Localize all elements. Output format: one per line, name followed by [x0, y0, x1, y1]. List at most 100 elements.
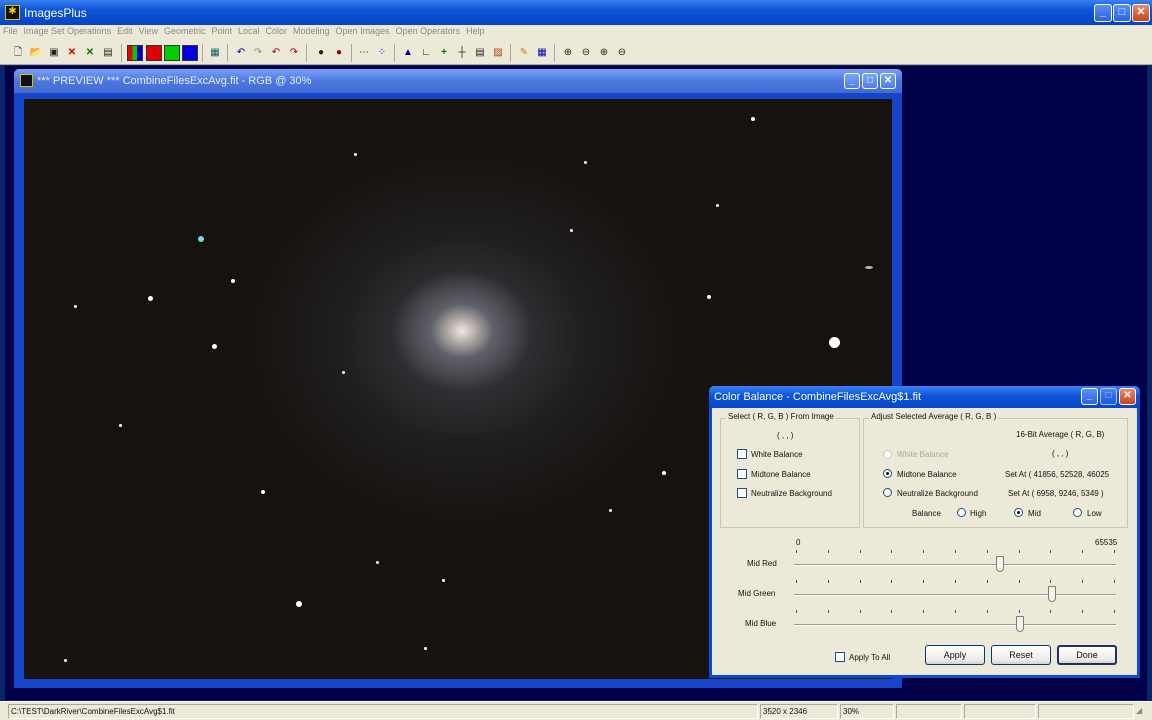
star — [119, 424, 122, 427]
sixteen-bit-average-label: 16-Bit Average ( R, G, B) — [1016, 430, 1105, 439]
undo-all-icon[interactable]: ↶ — [268, 45, 284, 61]
rgb-channels-icon[interactable] — [127, 45, 143, 61]
status-image-dimensions: 3520 x 2346 — [760, 704, 838, 719]
slider-tick — [1082, 580, 1084, 583]
close-icon[interactable]: ✕ — [1132, 4, 1150, 22]
histogram-icon[interactable]: ▲ — [400, 45, 416, 61]
scatter-icon[interactable]: ⁘ — [374, 45, 390, 61]
slider-tick — [859, 610, 861, 613]
balance-high-radio[interactable] — [957, 508, 966, 517]
resize-grip-icon[interactable]: ◢ — [1136, 706, 1142, 715]
zoom-fit-icon[interactable]: ⊕ — [596, 45, 612, 61]
apply-to-all-checkbox[interactable] — [835, 652, 845, 662]
redo-all-icon[interactable]: ↷ — [286, 45, 302, 61]
done-button[interactable]: Done — [1057, 645, 1117, 665]
slider-tick — [1018, 550, 1020, 553]
app-title: ImagesPlus — [24, 6, 87, 20]
reset-button[interactable]: Reset — [991, 645, 1051, 665]
toolbar-separator — [202, 44, 203, 62]
slider-tick — [1114, 580, 1115, 583]
red-channel-icon[interactable] — [146, 45, 162, 61]
save-icon[interactable]: ▣ — [46, 45, 62, 61]
app-title-bar[interactable]: ✱ ImagesPlus _ □ ✕ — [0, 0, 1152, 25]
mid-blue-slider[interactable] — [1016, 616, 1025, 632]
slider-tick — [923, 580, 925, 583]
table-icon[interactable]: ▦ — [534, 45, 550, 61]
status-cell — [1038, 704, 1134, 719]
menu-view[interactable]: View — [136, 25, 161, 36]
preview-close-icon[interactable]: ✕ — [880, 73, 896, 89]
mid-green-slider[interactable] — [1048, 586, 1057, 602]
redo-icon[interactable]: ↷ — [250, 45, 266, 61]
preview-window-icon — [20, 74, 33, 87]
close-red-icon[interactable]: ✕ — [64, 45, 80, 61]
midtone-balance-radio-label: Midtone Balance — [897, 470, 957, 479]
toolbar-separator — [510, 44, 511, 62]
grid-icon[interactable]: ▦ — [207, 45, 223, 61]
dialog-close-icon[interactable]: ✕ — [1119, 388, 1136, 405]
select-from-image-group: Select ( R, G, B ) From Image ( , , ) Wh… — [720, 412, 860, 528]
white-balance-checkbox[interactable] — [737, 449, 747, 459]
balance-high-label: High — [970, 509, 987, 518]
crosshair-icon[interactable]: + — [436, 45, 452, 61]
star — [354, 153, 357, 156]
slider-tick — [1114, 550, 1115, 553]
menu-edit[interactable]: Edit — [114, 25, 136, 36]
balance-low-radio[interactable] — [1073, 508, 1082, 517]
adjust-group-label: Adjust Selected Average ( R, G, B ) — [869, 412, 999, 421]
white-balance-radio[interactable] — [883, 450, 892, 459]
blue-channel-icon[interactable] — [182, 45, 198, 61]
curve-icon[interactable]: ∟ — [418, 45, 434, 61]
neutralize-background-radio[interactable] — [883, 488, 892, 497]
dialog-minimize-icon[interactable]: _ — [1081, 388, 1098, 405]
color-balance-title-bar[interactable]: Color Balance - CombineFilesExcAvg$1.fit… — [709, 386, 1140, 408]
maximize-icon[interactable]: □ — [1113, 4, 1131, 22]
minimize-icon[interactable]: _ — [1094, 4, 1112, 22]
zoom-in-icon[interactable]: ⊕ — [560, 45, 576, 61]
select-group-label: Select ( R, G, B ) From Image — [726, 412, 836, 421]
midtone-balance-checkbox[interactable] — [737, 469, 747, 479]
midtone-balance-radio[interactable] — [883, 469, 892, 478]
slider-tick — [955, 580, 956, 583]
pencil-icon[interactable]: ✎ — [516, 45, 532, 61]
menu-help[interactable]: Help — [463, 25, 488, 36]
preview-minimize-icon[interactable]: _ — [844, 73, 860, 89]
preview-maximize-icon[interactable]: □ — [862, 73, 878, 89]
dots-icon[interactable]: ⋯ — [356, 45, 372, 61]
neutralize-background-checkbox[interactable] — [737, 488, 747, 498]
menu-point[interactable]: Point — [208, 25, 235, 36]
star — [342, 371, 345, 374]
zoom-actual-icon[interactable]: ⊖ — [614, 45, 630, 61]
close-green-icon[interactable]: ✕ — [82, 45, 98, 61]
green-channel-icon[interactable] — [164, 45, 180, 61]
open-folder-icon[interactable]: 📂 — [28, 45, 44, 61]
print-icon[interactable]: ▤ — [100, 45, 116, 61]
menu-open-images[interactable]: Open Images — [333, 25, 393, 36]
preview-title-bar[interactable]: *** PREVIEW *** CombineFilesExcAvg.fit -… — [14, 69, 902, 93]
image-icon[interactable]: ▨ — [490, 45, 506, 61]
point-icon[interactable]: ● — [313, 45, 329, 61]
menu-modeling[interactable]: Modeling — [290, 25, 333, 36]
undo-icon[interactable]: ↶ — [233, 45, 249, 61]
mid-red-slider[interactable] — [995, 556, 1004, 572]
menu-file[interactable]: File — [0, 25, 21, 36]
menu-color[interactable]: Color — [263, 25, 291, 36]
menu-image-set-operations[interactable]: Image Set Operations — [21, 25, 115, 36]
menu-open-operators[interactable]: Open Operators — [393, 25, 464, 36]
point-red-icon[interactable]: ● — [331, 45, 347, 61]
preview-title: *** PREVIEW *** CombineFilesExcAvg.fit -… — [37, 75, 312, 87]
slider-tick — [827, 610, 829, 613]
toolbar-separator — [121, 44, 122, 62]
crosshair-thin-icon[interactable]: ┼ — [454, 45, 470, 61]
mid-green-label: Mid Green — [738, 589, 776, 598]
calculator-icon[interactable]: ▤ — [472, 45, 488, 61]
zoom-out-icon[interactable]: ⊖ — [578, 45, 594, 61]
star — [716, 204, 719, 207]
apply-button[interactable]: Apply — [925, 645, 985, 665]
menu-geometric[interactable]: Geometric — [161, 25, 209, 36]
balance-mid-label: Mid — [1028, 509, 1041, 518]
menu-local[interactable]: Local — [235, 25, 263, 36]
new-file-icon[interactable]: 🗋 — [10, 45, 26, 61]
balance-mid-radio[interactable] — [1014, 508, 1023, 517]
dialog-maximize-icon[interactable]: □ — [1100, 388, 1117, 405]
